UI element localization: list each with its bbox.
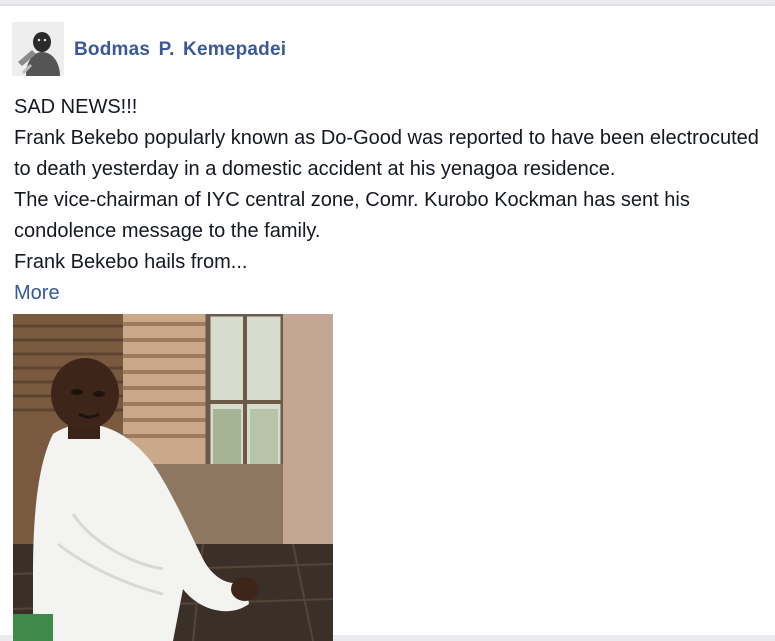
post-photo[interactable] <box>13 314 333 641</box>
avatar-image <box>12 22 64 76</box>
post-text-line: Frank Bekebo popularly known as Do-Good … <box>14 127 759 149</box>
photo-image <box>13 314 333 641</box>
author-name[interactable]: Bodmas P. Kemepadei <box>74 39 286 61</box>
post-text-line: to death yesterday in a domestic acciden… <box>14 158 616 180</box>
post-text-line: SAD NEWS!!! <box>14 96 138 118</box>
feed-post: Bodmas P. Kemepadei SAD NEWS!!! Frank Be… <box>0 6 775 641</box>
post-text-line: condolence message to the family. <box>14 220 321 242</box>
post-text-line: The vice-chairman of IYC central zone, C… <box>14 189 690 211</box>
more-link[interactable]: More <box>14 278 60 309</box>
post-text-line: Frank Bekebo hails from... <box>14 251 248 273</box>
author-avatar[interactable] <box>12 22 64 76</box>
post-text: SAD NEWS!!! Frank Bekebo popularly known… <box>14 92 775 278</box>
